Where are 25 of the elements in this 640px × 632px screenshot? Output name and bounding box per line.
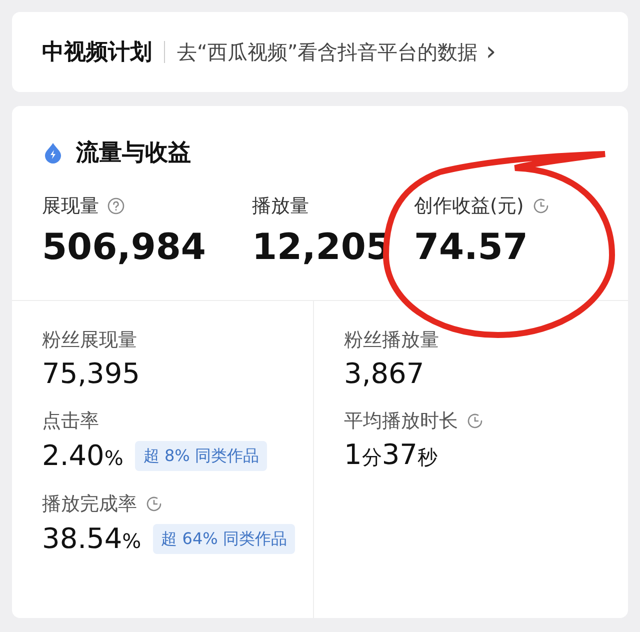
lightning-drop-icon: [42, 142, 64, 164]
plan-title: 中视频计划: [42, 38, 152, 66]
metric-label: 粉丝展现量: [42, 330, 137, 350]
metric-label: 播放完成率: [42, 494, 137, 514]
metric-value: 2.40%: [42, 442, 124, 470]
metric-value: 38.54%: [42, 524, 142, 552]
metric-value: 3,867: [344, 360, 424, 388]
clock-icon[interactable]: [145, 495, 163, 513]
metric-value: 75,395: [42, 360, 140, 388]
metric-label: 平均播放时长: [344, 412, 458, 430]
metric-label: 展现量: [42, 196, 99, 216]
clock-icon[interactable]: [466, 412, 484, 430]
metric-label: 粉丝播放量: [344, 330, 439, 350]
metric-value: 506,984: [42, 230, 207, 266]
metric-label: 点击率: [42, 412, 99, 430]
data-link[interactable]: 去“西瓜视频”看含抖音平台的数据 ›: [177, 37, 496, 67]
clock-icon[interactable]: [532, 197, 550, 215]
section-title: 流量与收益: [76, 139, 191, 168]
metric-value: 74.57: [414, 230, 529, 266]
help-icon[interactable]: [107, 197, 125, 215]
metric-label: 播放量: [252, 196, 309, 216]
comparison-badge: 超 64% 同类作品: [153, 524, 295, 554]
comparison-badge: 超 8% 同类作品: [135, 440, 267, 470]
metric-value: 1分37秒: [344, 440, 438, 468]
metric-label: 创作收益(元): [414, 196, 524, 216]
